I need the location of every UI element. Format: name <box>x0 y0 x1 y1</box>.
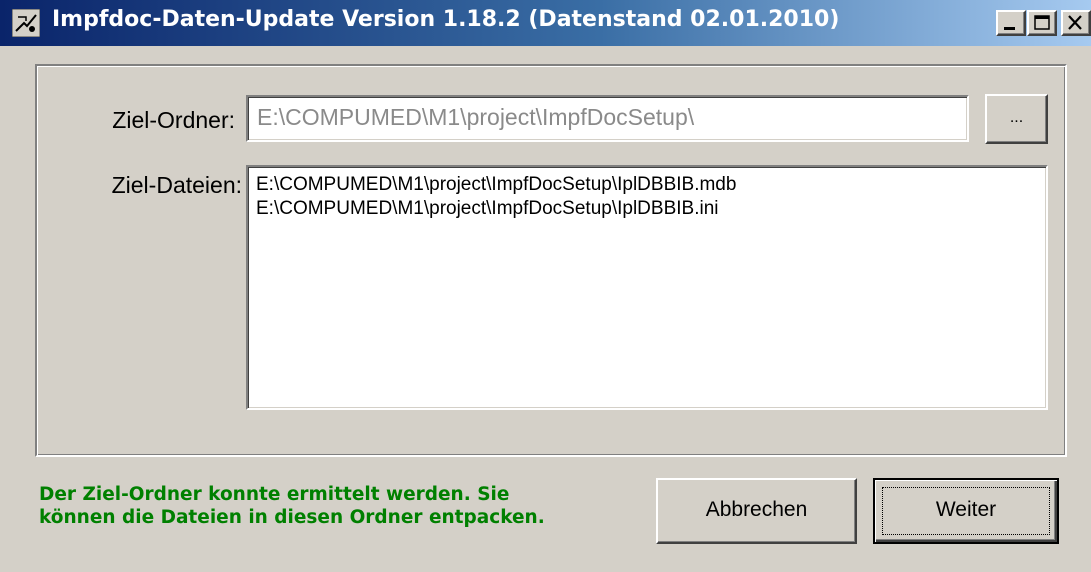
window-title: Impfdoc-Daten-Update Version 1.18.2 (Dat… <box>52 7 840 32</box>
title-bar[interactable]: Impfdoc-Daten-Update Version 1.18.2 (Dat… <box>0 0 1091 46</box>
ziel-dateien-list[interactable]: E:\COMPUMED\M1\project\ImpfDocSetup\IplD… <box>246 165 1048 410</box>
maximize-button[interactable] <box>1027 10 1057 36</box>
ziel-ordner-label: Ziel-Ordner: <box>112 107 235 133</box>
minimize-icon <box>1004 27 1015 30</box>
status-line-2: können die Dateien in diesen Ordner entp… <box>39 507 545 528</box>
cancel-button[interactable]: Abbrechen <box>656 478 857 544</box>
close-button[interactable] <box>1061 10 1091 36</box>
status-message: Der Ziel-Ordner konnte ermittelt werden.… <box>39 483 545 529</box>
maximize-icon <box>1034 15 1050 30</box>
ziel-dateien-label: Ziel-Dateien: <box>111 172 242 198</box>
close-icon <box>1068 15 1082 30</box>
status-line-1: Der Ziel-Ordner konnte ermittelt werden.… <box>39 484 510 505</box>
list-item[interactable]: E:\COMPUMED\M1\project\ImpfDocSetup\IplD… <box>256 173 1046 197</box>
ziel-ordner-field[interactable]: E:\COMPUMED\M1\project\ImpfDocSetup\ <box>246 95 969 142</box>
app-icon[interactable] <box>11 8 41 38</box>
minimize-button[interactable] <box>996 10 1026 36</box>
next-button[interactable]: Weiter <box>873 478 1059 544</box>
setup-window: Impfdoc-Daten-Update Version 1.18.2 (Dat… <box>0 0 1091 572</box>
next-button-label: Weiter <box>935 498 997 521</box>
list-item[interactable]: E:\COMPUMED\M1\project\ImpfDocSetup\IplD… <box>256 197 1046 221</box>
browse-button[interactable]: ... <box>985 94 1048 144</box>
